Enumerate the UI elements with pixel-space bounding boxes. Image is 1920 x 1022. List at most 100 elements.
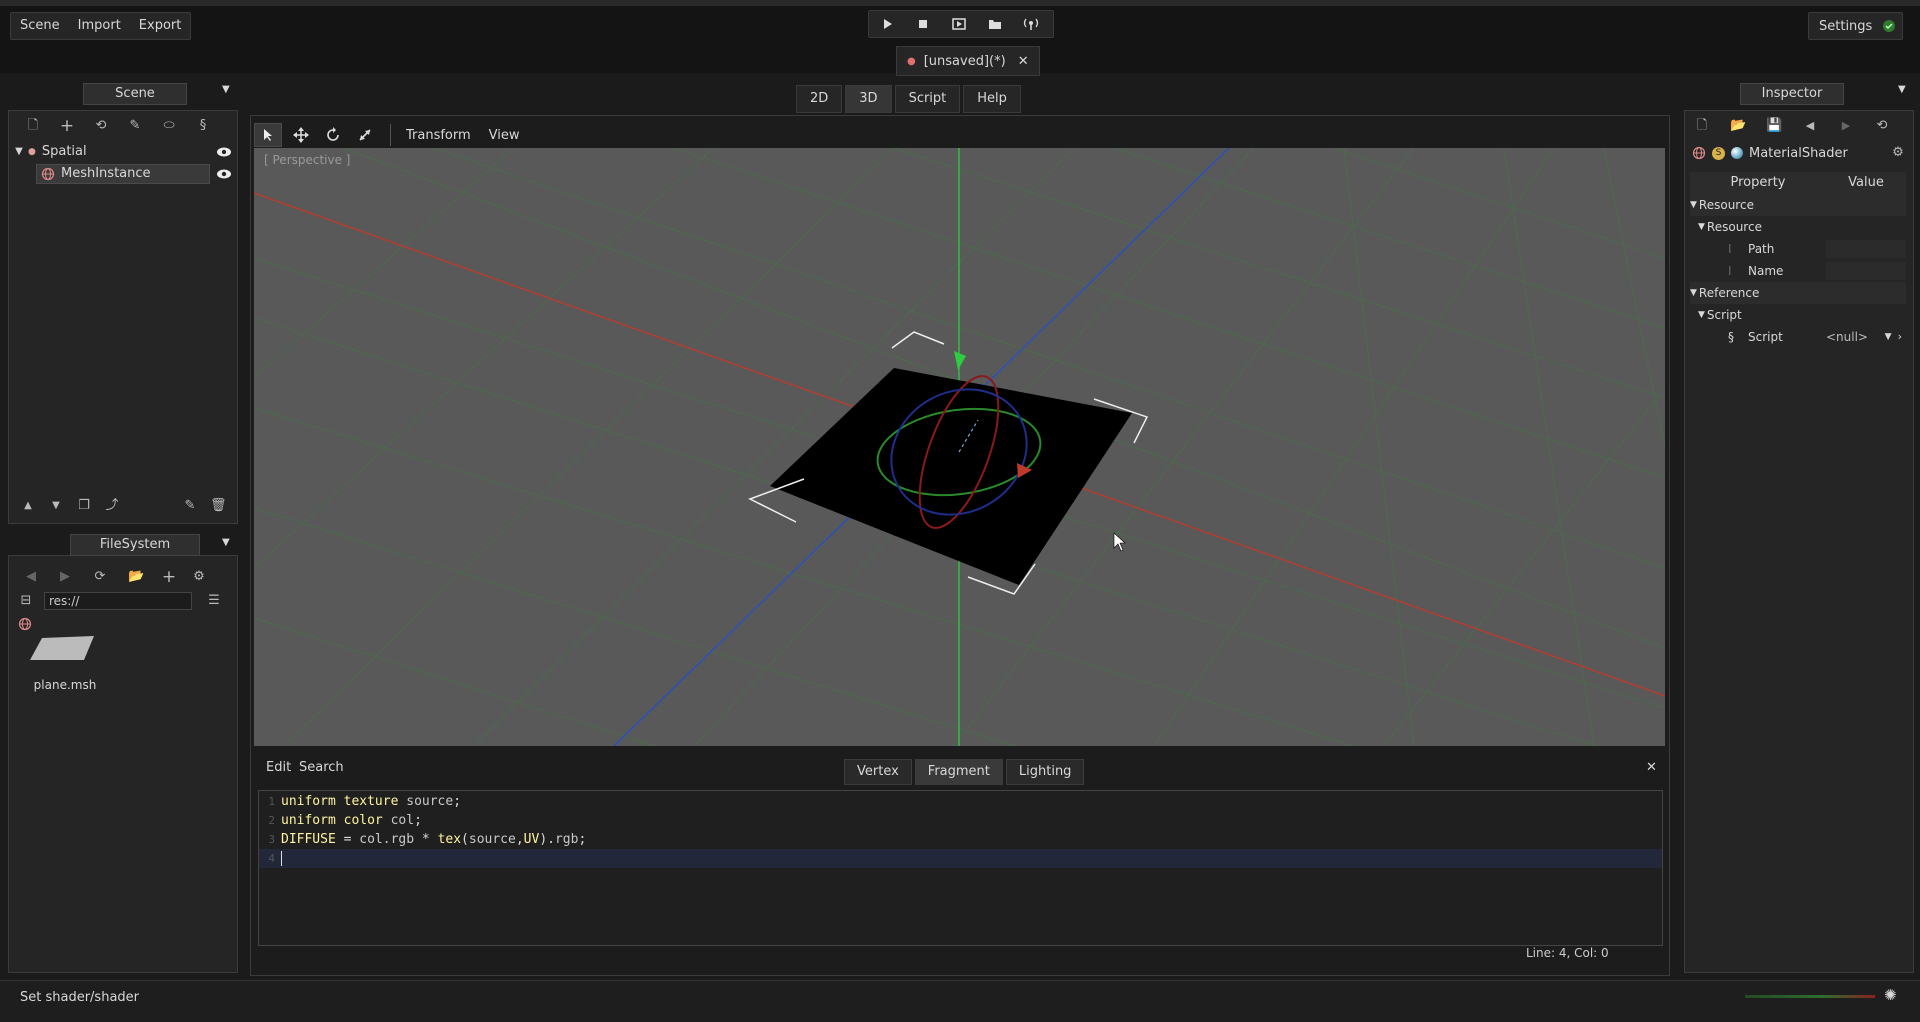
play-scene-button[interactable]	[941, 11, 977, 37]
new-folder-icon[interactable]: +	[161, 569, 177, 586]
script-value[interactable]: <null>	[1826, 326, 1885, 348]
tree-item-label: Spatial	[41, 144, 87, 159]
search-menu[interactable]: Search	[299, 760, 344, 775]
path-value-field[interactable]	[1826, 240, 1906, 258]
property-label: Path	[1748, 242, 1775, 256]
perspective-label[interactable]: [ Perspective ]	[264, 153, 351, 167]
scene-tab[interactable]: ● [unsaved](*) ✕	[896, 46, 1040, 76]
tab-script[interactable]: Script	[894, 85, 961, 113]
file-item[interactable]: plane.msh	[28, 632, 102, 692]
rename-icon[interactable]: ✎	[182, 498, 198, 514]
collapse-arrow-icon[interactable]: ▼	[12, 141, 26, 163]
tab-vertex[interactable]: Vertex	[844, 759, 912, 785]
tab-2d[interactable]: 2D	[796, 85, 843, 113]
history-back-icon[interactable]: ◀	[1802, 118, 1818, 134]
tree-view-icon[interactable]: ⊟	[16, 593, 36, 609]
property-script[interactable]: § Script <null> ▼ ›	[1690, 326, 1906, 348]
scene-panel-menu-icon[interactable]: ▼	[222, 84, 230, 95]
close-editor-icon[interactable]: ✕	[1646, 760, 1657, 775]
mesh-instance-icon	[41, 167, 55, 181]
connections-icon[interactable]: ⬭	[161, 118, 177, 134]
tab-3d[interactable]: 3D	[845, 85, 892, 113]
duplicate-icon[interactable]: ❐	[76, 498, 92, 514]
name-value-field[interactable]	[1826, 262, 1906, 280]
export-menu[interactable]: Export	[130, 13, 191, 39]
move-tool-button[interactable]	[288, 124, 314, 146]
list-view-icon[interactable]: ☰	[206, 593, 222, 609]
tab-help[interactable]: Help	[963, 85, 1021, 113]
scene-menu[interactable]: Scene	[11, 13, 69, 39]
delete-icon[interactable]: 🗑	[210, 498, 227, 514]
section-label: Resource	[1698, 198, 1754, 212]
tree-item-spatial[interactable]: ▼ ● Spatial	[12, 141, 232, 163]
filesystem-settings-icon[interactable]: ⚙	[191, 569, 207, 585]
forward-icon[interactable]: ▶	[57, 569, 73, 585]
reparent-icon[interactable]: ⤴	[104, 498, 120, 514]
close-tab-icon[interactable]: ✕	[1018, 54, 1029, 69]
filesystem-toolbar: ◀ ▶ ⟳ 📂 + ⚙	[14, 567, 232, 587]
property-path[interactable]: I Path	[1690, 238, 1906, 260]
script-badge-icon: S	[1712, 146, 1725, 160]
scale-tool-button[interactable]	[352, 124, 378, 146]
code-line-3: 3 DIFFUSE = col.rgb * tex(source,UV).rgb;	[268, 832, 587, 847]
code-editor[interactable]: 1 uniform texture source; 2 uniform color …	[258, 790, 1663, 946]
replace-node-icon[interactable]: ⟲	[93, 118, 109, 134]
subsection-resource[interactable]: ▼ Resource	[1690, 216, 1906, 238]
select-tool-button[interactable]	[254, 123, 282, 147]
stop-button[interactable]	[905, 11, 941, 37]
play-controls	[868, 10, 1054, 38]
section-resource[interactable]: ▼ Resource	[1690, 194, 1906, 216]
dropdown-arrow-icon[interactable]: ▼	[1885, 326, 1892, 348]
path-input[interactable]	[44, 592, 192, 610]
settings-label: Settings	[1819, 18, 1873, 34]
open-scene-button[interactable]	[977, 11, 1013, 37]
move-up-icon[interactable]: ▲	[20, 498, 36, 514]
cursor-icon	[264, 129, 272, 141]
section-reference[interactable]: ▼ Reference	[1690, 282, 1906, 304]
tree-item-meshinstance[interactable]: MeshInstance	[12, 163, 232, 185]
tab-fragment[interactable]: Fragment	[914, 759, 1003, 785]
shader-editor-header: Edit Search Vertex Fragment Lighting ✕	[254, 757, 1665, 785]
remote-debug-button[interactable]	[1013, 11, 1049, 37]
view-menu[interactable]: View	[480, 125, 529, 146]
add-node-icon[interactable]: +	[59, 118, 75, 135]
unsaved-dot-icon: ●	[907, 55, 916, 67]
move-down-icon[interactable]: ▼	[48, 498, 64, 514]
transform-menu[interactable]: Transform	[397, 125, 480, 146]
import-menu[interactable]: Import	[69, 13, 130, 39]
object-settings-icon[interactable]: ⚙	[1890, 145, 1906, 161]
rotate-tool-button[interactable]	[320, 124, 346, 146]
new-scene-icon[interactable]: 🗋	[25, 118, 41, 134]
filesystem-path-row: ⊟ ☰	[16, 591, 232, 611]
history-forward-icon[interactable]: ▶	[1838, 118, 1854, 134]
edit-groups-icon[interactable]: ✎	[127, 118, 143, 134]
settings-button[interactable]: Settings	[1808, 12, 1904, 40]
visibility-eye-icon[interactable]	[216, 146, 232, 158]
attach-script-icon[interactable]: §	[195, 118, 211, 134]
status-message: Set shader/shader	[20, 990, 140, 1005]
filesystem-panel-menu-icon[interactable]: ▼	[222, 537, 230, 548]
subsection-label: Resource	[1706, 220, 1762, 234]
inspector-menu-icon[interactable]: ▼	[1898, 84, 1906, 95]
code-line-1: 1 uniform texture source;	[268, 794, 462, 809]
refresh-icon[interactable]: ⟳	[92, 569, 108, 585]
play-button[interactable]	[869, 11, 905, 37]
save-resource-icon[interactable]: 💾	[1766, 118, 1782, 134]
open-folder-icon[interactable]: 📂	[128, 569, 144, 585]
inspector-toolbar: 🗋 📂 💾 ◀ ▶ ⟲	[1690, 116, 1908, 136]
3d-viewport[interactable]: [ Perspective ]	[254, 148, 1665, 746]
property-label: Name	[1748, 264, 1784, 278]
tab-lighting[interactable]: Lighting	[1005, 759, 1085, 785]
visibility-eye-icon[interactable]	[216, 168, 232, 180]
text-property-icon: I	[1728, 264, 1732, 278]
filesystem-panel	[8, 555, 238, 973]
back-icon[interactable]: ◀	[23, 569, 39, 585]
subsection-script[interactable]: ▼ Script	[1690, 304, 1906, 326]
load-resource-icon[interactable]: 📂	[1730, 118, 1746, 134]
edit-menu[interactable]: Edit	[266, 760, 291, 775]
history-icon[interactable]: ⟲	[1874, 118, 1890, 134]
new-resource-icon[interactable]: 🗋	[1694, 118, 1710, 134]
scene-panel-title: Scene	[83, 83, 187, 105]
property-name[interactable]: I Name	[1690, 260, 1906, 282]
expand-arrow-icon[interactable]: ›	[1898, 326, 1902, 348]
